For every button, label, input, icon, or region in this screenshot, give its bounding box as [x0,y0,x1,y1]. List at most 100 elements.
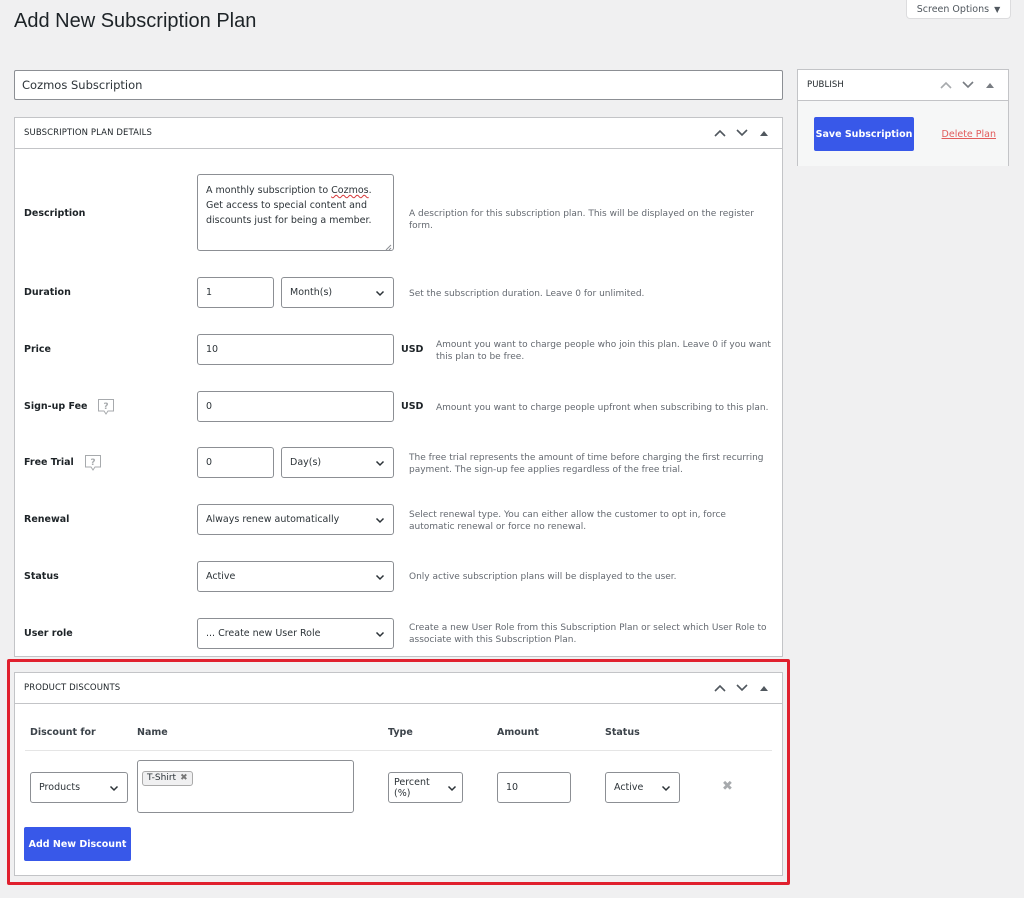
publish-title: PUBLISH [807,80,844,90]
product-discounts-box: PRODUCT DISCOUNTS Discount for Name Type… [14,672,783,876]
discount-status-value: Active [614,782,644,793]
screen-options-label: Screen Options [916,3,990,15]
duration-label: Duration [24,287,71,298]
column-header-name: Name [137,727,168,738]
delete-plan-link[interactable]: Delete Plan [942,129,996,140]
renewal-value: Always renew automatically [206,514,340,525]
help-icon[interactable]: ? [84,454,102,471]
column-header-status: Status [605,727,640,738]
duration-unit-select[interactable]: Month(s) [281,277,394,308]
status-label: Status [24,571,59,582]
price-currency: USD [401,344,424,355]
chevron-down-icon [109,783,119,793]
svg-text:?: ? [104,402,109,412]
discounts-title: PRODUCT DISCOUNTS [24,683,121,693]
move-down-icon[interactable] [735,681,749,695]
free-trial-value: 0 [206,457,213,468]
move-down-icon[interactable] [735,126,749,140]
signup-fee-input[interactable]: 0 [197,391,394,422]
chevron-down-icon [375,572,385,582]
user-role-value: ... Create new User Role [206,628,321,639]
duration-help: Set the subscription duration. Leave 0 f… [409,289,645,299]
product-tag-label: T-Shirt [147,773,177,783]
column-header-discount-for: Discount for [30,727,96,738]
details-header: SUBSCRIPTION PLAN DETAILS [15,118,782,149]
chevron-down-icon [661,783,671,793]
description-label-text: Description [24,208,86,219]
description-text-misspelled: Cozmos [331,185,369,196]
renewal-help: Select renewal type. You can either allo… [409,510,726,532]
price-label-text: Price [24,344,51,355]
free-trial-unit-value: Day(s) [290,457,322,468]
move-up-icon[interactable] [939,78,953,92]
help-icon[interactable]: ? [97,398,115,415]
duration-input[interactable]: 1 [197,277,274,308]
status-select[interactable]: Active [197,561,394,592]
chevron-down-icon [447,783,457,793]
column-header-type: Type [388,727,413,738]
caret-down-icon: ▼ [994,4,1001,14]
discount-amount-value: 10 [506,782,519,793]
subscription-plan-details-box: SUBSCRIPTION PLAN DETAILS Description A … [14,117,783,657]
chevron-down-icon [375,458,385,468]
free-trial-unit-select[interactable]: Day(s) [281,447,394,478]
user-role-help: Create a new User Role from this Subscri… [409,623,767,645]
signup-fee-currency: USD [401,401,424,412]
renewal-label: Renewal [24,514,69,525]
free-trial-label: Free Trial ? [24,454,102,471]
publish-header: PUBLISH [798,70,1008,101]
price-input[interactable]: 10 [197,334,394,365]
move-down-icon[interactable] [961,78,975,92]
page-title: Add New Subscription Plan [14,10,257,32]
resize-handle-icon[interactable] [384,241,392,251]
move-up-icon[interactable] [713,126,727,140]
signup-fee-label-text: Sign-up Fee [24,401,88,412]
discount-type-value: Percent (%) [394,776,430,799]
collapse-toggle-icon[interactable] [757,681,771,695]
free-trial-input[interactable]: 0 [197,447,274,478]
status-label-text: Status [24,571,59,582]
chevron-down-icon [375,288,385,298]
svg-text:?: ? [90,458,95,468]
details-title: SUBSCRIPTION PLAN DETAILS [24,128,152,138]
column-header-amount: Amount [497,727,539,738]
status-value: Active [206,571,236,582]
user-role-label-text: User role [24,628,73,639]
duration-value: 1 [206,287,213,298]
description-label: Description [24,208,85,219]
add-new-discount-button[interactable]: Add New Discount [24,827,131,861]
remove-discount-icon[interactable]: ✖ [722,779,733,794]
discount-for-select[interactable]: Products [30,772,128,803]
chevron-down-icon [375,515,385,525]
description-text-pre: A monthly subscription to [206,185,332,196]
move-up-icon[interactable] [713,681,727,695]
plan-title-value: Cozmos Subscription [22,78,143,92]
product-name-tag-input[interactable]: T-Shirt ✖ [137,760,354,813]
screen-options-button[interactable]: Screen Options ▼ [906,0,1011,19]
signup-fee-help: Amount you want to charge people upfront… [436,403,769,413]
renewal-select[interactable]: Always renew automatically [197,504,394,535]
save-subscription-button[interactable]: Save Subscription [814,117,914,151]
price-value: 10 [206,344,219,355]
description-help: A description for this subscription plan… [409,209,754,231]
plan-title-input[interactable]: Cozmos Subscription [14,70,783,100]
collapse-toggle-icon[interactable] [757,126,771,140]
price-help: Amount you want to charge people who joi… [436,340,771,362]
remove-tag-icon[interactable]: ✖ [180,773,188,783]
chevron-down-icon [375,629,385,639]
discount-status-select[interactable]: Active [605,772,680,803]
discount-type-select[interactable]: Percent (%) [388,772,463,803]
renewal-label-text: Renewal [24,514,70,525]
collapse-toggle-icon[interactable] [983,78,997,92]
publish-box: PUBLISH Save Subscription Delete Plan [797,69,1009,166]
discount-for-value: Products [39,782,81,793]
price-label: Price [24,344,51,355]
signup-fee-value: 0 [206,401,213,412]
duration-label-text: Duration [24,287,71,298]
product-tag: T-Shirt ✖ [142,770,193,786]
discount-amount-input[interactable]: 10 [497,772,571,803]
header-divider [25,750,772,751]
status-help: Only active subscription plans will be d… [409,572,677,582]
description-textarea[interactable]: A monthly subscription to Cozmos. Get ac… [197,174,394,251]
user-role-select[interactable]: ... Create new User Role [197,618,394,649]
